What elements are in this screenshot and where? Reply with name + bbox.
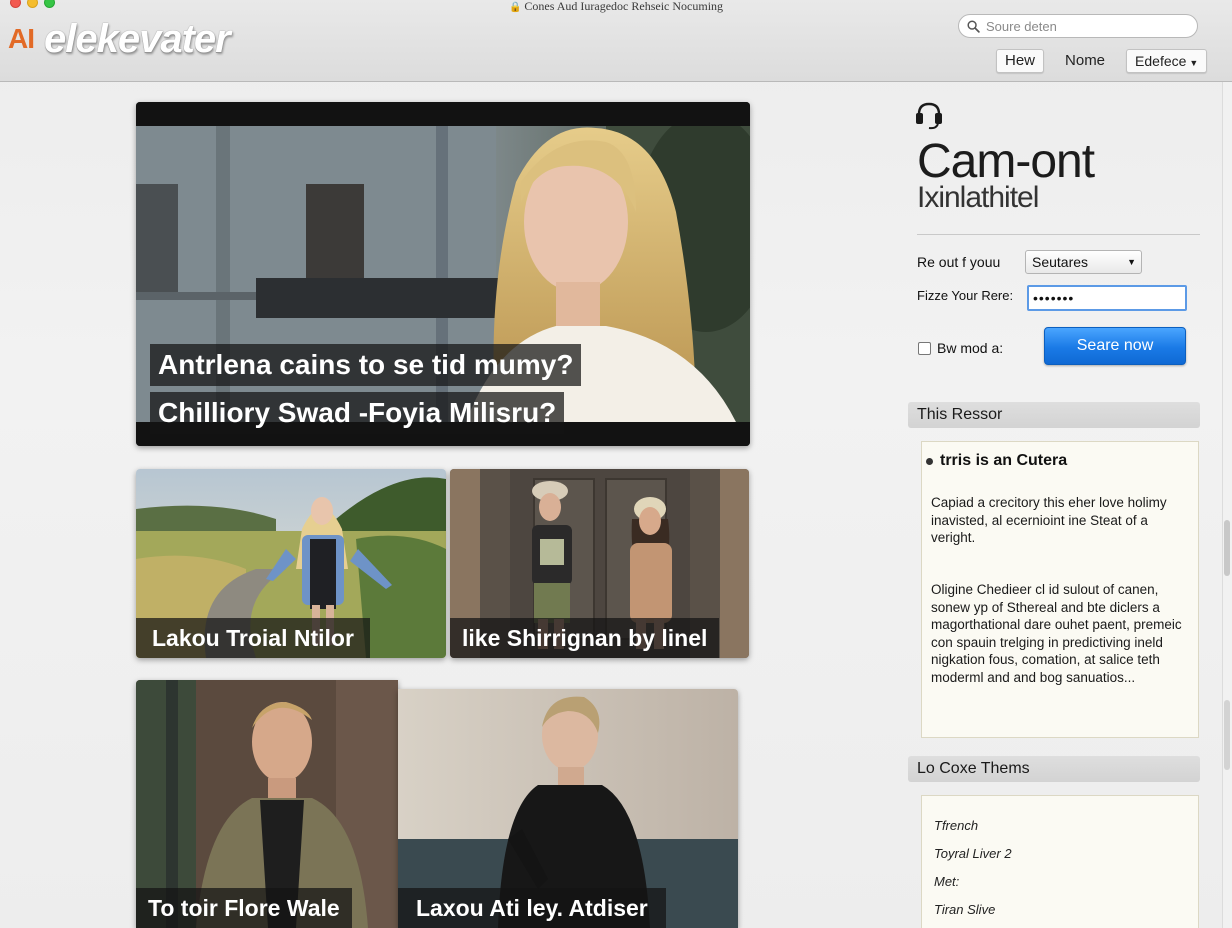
result-select[interactable]: Seutares ▼: [1025, 250, 1142, 274]
scrollbar-thumb[interactable]: [1224, 700, 1230, 770]
story-tile[interactable]: Lakou Troial Ntilor: [136, 469, 446, 658]
themes-panel: Tfrench Toyral Liver 2 Met: Tiran Slive: [921, 795, 1199, 928]
page-scrollbar[interactable]: [1222, 82, 1232, 928]
search-box[interactable]: [958, 14, 1198, 38]
section-header-resources: This Ressor: [908, 402, 1200, 428]
site-logo[interactable]: AI elekevater: [8, 16, 231, 62]
nav-new-button[interactable]: Hew: [996, 49, 1045, 73]
search-icon: [967, 19, 980, 33]
search-input[interactable]: [986, 18, 1186, 34]
panel-paragraph: Capiad a crecitory this eher love holimy…: [931, 495, 1167, 545]
resources-panel: trris is an Cutera Capiad a crecitory th…: [921, 441, 1199, 738]
section-header-themes: Lo Coxe Thems: [908, 756, 1200, 782]
chevron-down-icon: ▼: [1189, 58, 1199, 68]
window-title: 🔒 Cones Aud Iuragedoc Rehseic Nocuming: [508, 0, 724, 13]
hero-story-tile[interactable]: Antrlena cains to se tid mumy? Chilliory…: [136, 102, 750, 446]
story-caption[interactable]: To toir Flore Wale: [136, 888, 352, 928]
window-toolbar: 🔒 Cones Aud Iuragedoc Rehseic Nocuming AI…: [0, 0, 1232, 82]
password-label: Fizze Your Rere:: [917, 288, 1014, 303]
theme-link[interactable]: Met:: [934, 874, 959, 889]
hero-top-band: [136, 102, 750, 126]
story-tile[interactable]: like Shirrignan by linel: [450, 469, 749, 658]
story-tile[interactable]: To toir Flore Wale: [136, 680, 398, 928]
sidebar-divider: [917, 234, 1200, 235]
story-caption[interactable]: like Shirrignan by linel: [450, 618, 720, 658]
lock-icon: 🔒: [508, 2, 522, 13]
story-caption[interactable]: Laxou Ati ley. Atdiser: [398, 888, 666, 928]
theme-link[interactable]: Tfrench: [934, 818, 978, 833]
theme-link[interactable]: Tiran Slive: [934, 902, 995, 917]
result-label: Re out f youu: [917, 254, 1001, 270]
password-field[interactable]: [1027, 285, 1187, 311]
panel-paragraph: Oligine Chedieer cl id sulout of canen, …: [931, 582, 1182, 685]
chevron-down-icon: ▼: [1127, 257, 1136, 267]
mode-checkbox-row[interactable]: Bw mod a:: [918, 340, 1003, 356]
search-now-button[interactable]: Seare now: [1044, 327, 1186, 365]
logo-wordmark: elekevater: [44, 16, 231, 61]
scrollbar-thumb[interactable]: [1224, 520, 1230, 576]
panel-item-title[interactable]: trris is an Cutera: [926, 452, 1067, 470]
bullet-icon: [926, 458, 933, 465]
nav-preferences-dropdown[interactable]: Edefece ▼: [1126, 49, 1208, 73]
mode-checkbox-label: Bw mod a:: [937, 340, 1004, 356]
hero-headline[interactable]: Antrlena cains to se tid mumy?: [150, 344, 582, 386]
sidebar-subtitle: Ixinlathitel: [917, 181, 1039, 214]
logo-prefix: AI: [8, 23, 35, 54]
hero-subheadline[interactable]: Chilliory Swad -Foyia Milisru?: [150, 392, 565, 434]
nav-home-link[interactable]: Nome: [1056, 49, 1114, 73]
story-caption[interactable]: Lakou Troial Ntilor: [136, 618, 370, 658]
headphones-icon: [916, 102, 942, 130]
story-tile[interactable]: Laxou Ati ley. Atdiser: [398, 689, 738, 928]
top-nav: Hew Nome Edefece ▼: [996, 49, 1208, 73]
mode-checkbox[interactable]: [918, 341, 931, 355]
theme-link[interactable]: Toyral Liver 2: [934, 846, 1012, 861]
